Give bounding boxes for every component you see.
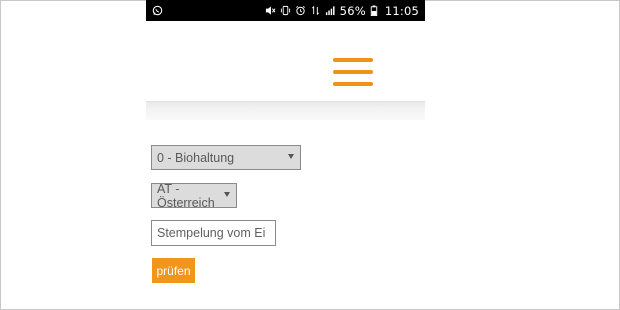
chevron-down-icon — [224, 192, 230, 197]
hamburger-bar-middle — [333, 70, 373, 74]
alarm-icon — [295, 5, 306, 16]
hamburger-bar-bottom — [333, 82, 373, 86]
battery-icon — [370, 5, 381, 16]
whatsapp-icon — [152, 5, 163, 16]
data-arrows-icon — [310, 5, 321, 16]
check-button[interactable]: prüfen — [152, 258, 195, 283]
signal-icon — [325, 5, 336, 16]
production-method-value: 0 - Biohaltung — [157, 150, 235, 165]
egg-stamp-input[interactable] — [151, 220, 276, 246]
country-select[interactable]: AT - Österreich — [151, 182, 237, 210]
production-method-select[interactable]: 0 - Biohaltung — [151, 145, 301, 170]
hamburger-menu-icon[interactable] — [333, 57, 373, 89]
battery-percent: 56% — [339, 3, 366, 18]
status-bar-right: 56% 11:05 — [265, 4, 419, 18]
mute-icon — [265, 5, 276, 16]
status-bar-left — [152, 5, 163, 16]
header-shadow — [146, 101, 425, 120]
chevron-down-icon — [288, 154, 294, 159]
site-header — [146, 21, 425, 101]
vibrate-icon — [280, 5, 291, 16]
clock: 11:05 — [384, 3, 419, 18]
status-bar: 56% 11:05 — [146, 0, 425, 21]
hamburger-bar-top — [333, 58, 373, 62]
